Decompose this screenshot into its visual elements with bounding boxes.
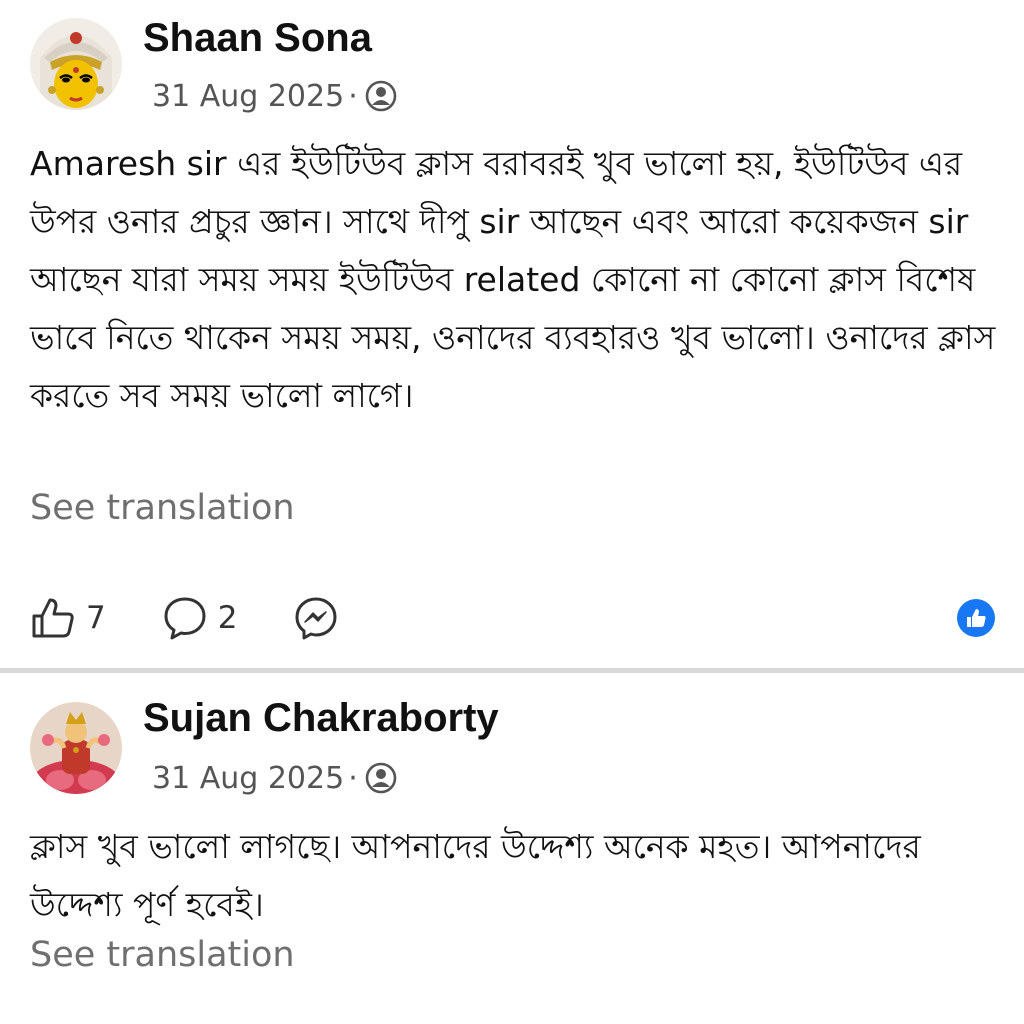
comment-count: 2 <box>217 600 238 636</box>
meta-separator: · <box>348 78 358 114</box>
author-name[interactable]: Shaan Sona <box>143 14 372 62</box>
comment-meta: 31 Aug 2025 · <box>152 760 398 796</box>
comment-text: Amaresh sir এর ইউটিউব ক্লাস বরাবরই খুব ভ… <box>30 144 996 415</box>
meta-separator: · <box>348 760 358 796</box>
author-name[interactable]: Sujan Chakraborty <box>143 694 499 742</box>
comment-icon <box>162 595 208 641</box>
see-translation-link[interactable]: See translation <box>30 934 295 976</box>
avatar[interactable] <box>30 18 122 110</box>
durga-avatar-icon <box>30 18 122 110</box>
comment-card: Sujan Chakraborty 31 Aug 2025 · ক্লাস খু… <box>0 674 1024 1024</box>
messenger-icon <box>293 595 339 641</box>
avatar[interactable] <box>30 702 122 794</box>
friends-audience-icon <box>364 79 398 113</box>
comment-date: 31 Aug 2025 <box>152 78 345 114</box>
lakshmi-avatar-icon <box>30 702 122 794</box>
like-button[interactable]: 7 <box>30 596 106 640</box>
like-icon <box>30 596 76 640</box>
comment-divider <box>0 668 1024 673</box>
comment-meta: 31 Aug 2025 · <box>152 78 398 114</box>
comment-date: 31 Aug 2025 <box>152 760 345 796</box>
share-messenger-button[interactable] <box>293 595 339 641</box>
like-count: 7 <box>86 600 106 636</box>
friends-audience-icon <box>364 761 398 795</box>
comment-card: Shaan Sona 31 Aug 2025 · Amaresh sir এর … <box>0 0 1024 668</box>
comment-text: ক্লাস খুব ভালো লাগছে। আপনাদের উদ্দেশ্য অ… <box>30 827 921 924</box>
see-translation-link[interactable]: See translation <box>30 487 295 529</box>
like-reaction-icon[interactable] <box>957 599 995 637</box>
comment-actions: 7 2 <box>30 596 339 640</box>
reply-button[interactable]: 2 <box>162 595 238 641</box>
